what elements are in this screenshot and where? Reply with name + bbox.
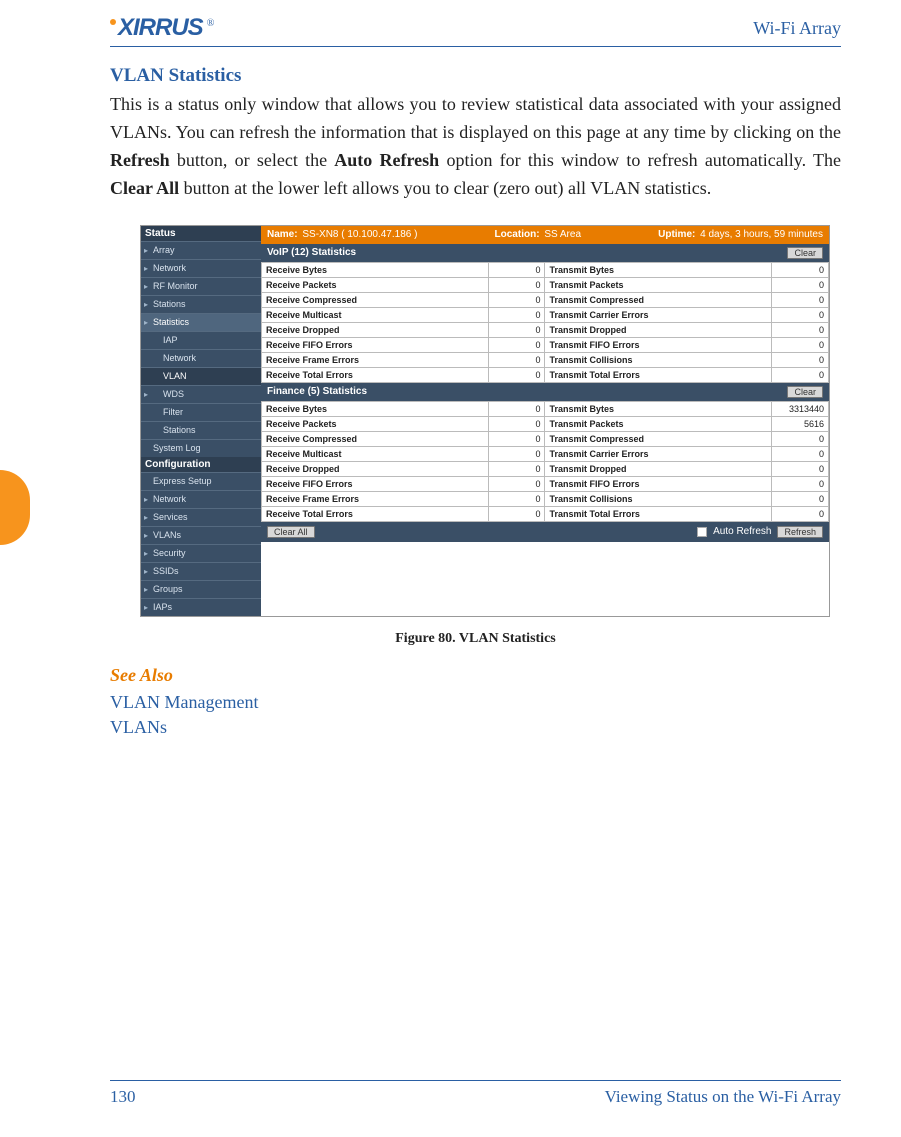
brand-logo: XIRRUS ® <box>110 14 214 42</box>
table-row: Receive Compressed0Transmit Compressed0 <box>262 431 829 446</box>
body-text-1: This is a status only window that allows… <box>110 94 841 142</box>
figure-caption: Figure 80. VLAN Statistics <box>110 631 841 647</box>
sidebar-item-security[interactable]: Security <box>141 544 261 562</box>
section-header-finance: Finance (5) Statistics Clear <box>261 383 829 401</box>
clear-all-button[interactable]: Clear All <box>267 526 315 538</box>
sidebar-item-vlans[interactable]: VLANs <box>141 526 261 544</box>
table-row: Receive Total Errors0Transmit Total Erro… <box>262 367 829 382</box>
sidebar-item-filter[interactable]: Filter <box>141 403 261 421</box>
table-row: Receive Dropped0Transmit Dropped0 <box>262 461 829 476</box>
sidebar-item-iap[interactable]: IAP <box>141 331 261 349</box>
table-row: Receive FIFO Errors0Transmit FIFO Errors… <box>262 476 829 491</box>
table-row: Receive Frame Errors0Transmit Collisions… <box>262 352 829 367</box>
sidebar-item-stat-network[interactable]: Network <box>141 349 261 367</box>
embedded-screenshot: Status Array Network RF Monitor Stations… <box>140 225 830 617</box>
table-row: Receive FIFO Errors0Transmit FIFO Errors… <box>262 337 829 352</box>
body-text-4: button at the lower left allows you to c… <box>179 178 711 198</box>
body-paragraph: This is a status only window that allows… <box>110 91 841 203</box>
sidebar-item-network[interactable]: Network <box>141 259 261 277</box>
table-row: Receive Multicast0Transmit Carrier Error… <box>262 307 829 322</box>
device-info-bar: Name: SS-XN8 ( 10.100.47.186 ) Location:… <box>261 226 829 244</box>
page-number: 130 <box>110 1087 136 1107</box>
screenshot-footer-bar: Clear All Auto Refresh Refresh <box>261 522 829 542</box>
location-label: Location: <box>495 229 540 240</box>
link-vlans[interactable]: VLANs <box>110 715 841 740</box>
nav-sidebar: Status Array Network RF Monitor Stations… <box>141 226 261 616</box>
sidebar-header-status: Status <box>141 226 261 241</box>
table-row: Receive Total Errors0Transmit Total Erro… <box>262 506 829 521</box>
sidebar-item-services[interactable]: Services <box>141 508 261 526</box>
chapter-title: Viewing Status on the Wi-Fi Array <box>605 1087 841 1107</box>
clear-all-bold: Clear All <box>110 178 179 198</box>
sidebar-item-vlan[interactable]: VLAN <box>141 367 261 385</box>
content-panel: Name: SS-XN8 ( 10.100.47.186 ) Location:… <box>261 226 829 616</box>
auto-refresh-label: Auto Refresh <box>713 526 771 537</box>
name-label: Name: <box>267 229 298 240</box>
table-row: Receive Dropped0Transmit Dropped0 <box>262 322 829 337</box>
body-text-3: option for this window to refresh automa… <box>439 150 841 170</box>
sidebar-item-stat-stations[interactable]: Stations <box>141 421 261 439</box>
stats-table-voip: Receive Bytes0Transmit Bytes0 Receive Pa… <box>261 262 829 383</box>
page-footer: 130 Viewing Status on the Wi-Fi Array <box>110 1080 841 1107</box>
table-row: Receive Multicast0Transmit Carrier Error… <box>262 446 829 461</box>
auto-refresh-checkbox[interactable] <box>697 527 707 537</box>
refresh-button[interactable]: Refresh <box>777 526 823 538</box>
table-row: Receive Packets0Transmit Packets5616 <box>262 416 829 431</box>
location-value: SS Area <box>544 229 581 240</box>
sidebar-item-statistics[interactable]: Statistics <box>141 313 261 331</box>
sidebar-item-system-log[interactable]: System Log <box>141 439 261 457</box>
sidebar-item-express-setup[interactable]: Express Setup <box>141 472 261 490</box>
sidebar-item-array[interactable]: Array <box>141 241 261 259</box>
table-row: Receive Packets0Transmit Packets0 <box>262 277 829 292</box>
sidebar-item-wds[interactable]: WDS <box>141 385 261 403</box>
uptime-value: 4 days, 3 hours, 59 minutes <box>700 229 823 240</box>
logo-text: XIRRUS <box>118 14 203 42</box>
section-title: VLAN Statistics <box>110 65 841 87</box>
sidebar-item-iaps[interactable]: IAPs <box>141 598 261 616</box>
stats-table-finance: Receive Bytes0Transmit Bytes3313440 Rece… <box>261 401 829 522</box>
page-header: XIRRUS ® Wi-Fi Array <box>110 14 841 47</box>
clear-button-finance[interactable]: Clear <box>787 386 823 398</box>
registered-icon: ® <box>207 18 215 29</box>
product-name: Wi-Fi Array <box>753 18 841 39</box>
table-row: Receive Bytes0Transmit Bytes3313440 <box>262 401 829 416</box>
sidebar-item-rf-monitor[interactable]: RF Monitor <box>141 277 261 295</box>
table-row: Receive Frame Errors0Transmit Collisions… <box>262 491 829 506</box>
body-text-2: button, or select the <box>170 150 335 170</box>
sidebar-header-configuration: Configuration <box>141 457 261 472</box>
table-row: Receive Compressed0Transmit Compressed0 <box>262 292 829 307</box>
clear-button-voip[interactable]: Clear <box>787 247 823 259</box>
sidebar-item-cfg-network[interactable]: Network <box>141 490 261 508</box>
sidebar-item-ssids[interactable]: SSIDs <box>141 562 261 580</box>
uptime-label: Uptime: <box>658 229 695 240</box>
logo-dot-icon <box>110 19 116 25</box>
sidebar-item-groups[interactable]: Groups <box>141 580 261 598</box>
section-title-finance: Finance (5) Statistics <box>267 386 367 397</box>
sidebar-item-stations[interactable]: Stations <box>141 295 261 313</box>
section-header-voip: VoIP (12) Statistics Clear <box>261 244 829 262</box>
see-also-heading: See Also <box>110 665 841 686</box>
table-row: Receive Bytes0Transmit Bytes0 <box>262 262 829 277</box>
link-vlan-management[interactable]: VLAN Management <box>110 690 841 715</box>
name-value: SS-XN8 ( 10.100.47.186 ) <box>302 229 417 240</box>
refresh-bold: Refresh <box>110 150 170 170</box>
auto-refresh-bold: Auto Refresh <box>334 150 439 170</box>
section-title-voip: VoIP (12) Statistics <box>267 247 356 258</box>
